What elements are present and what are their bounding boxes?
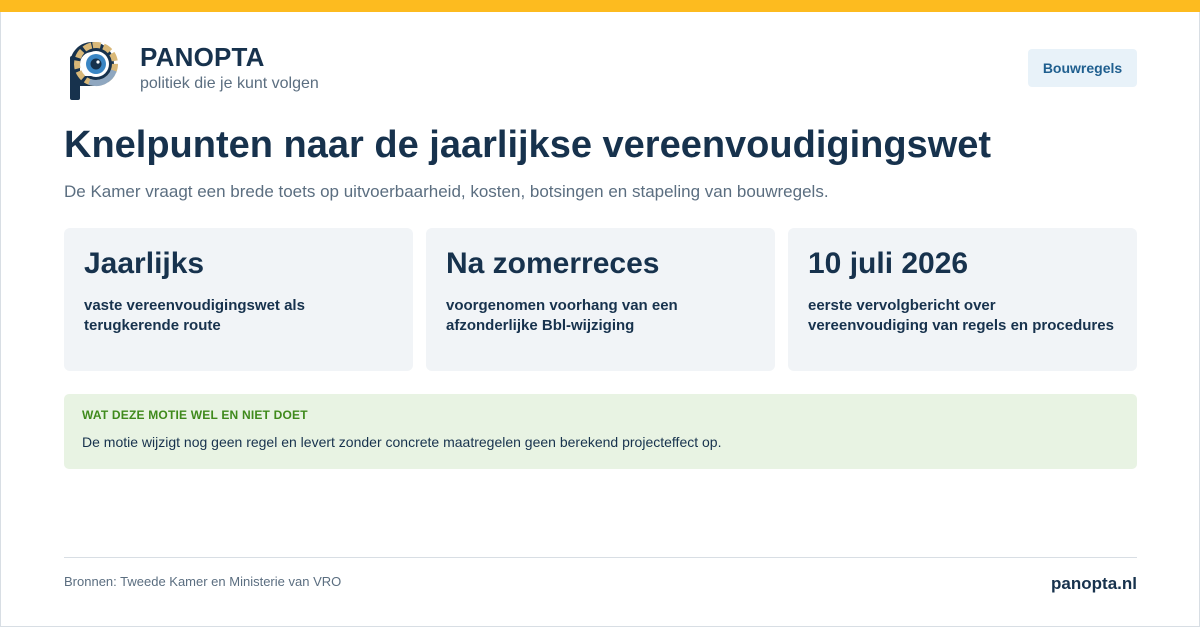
- fact-card-description: eerste vervolgbericht over vereenvoudigi…: [808, 297, 1114, 334]
- fact-card-value: Na zomerreces: [446, 247, 660, 280]
- brand-name: PANOPTA: [140, 42, 265, 72]
- motion-notice: WAT DEZE MOTIE WEL EN NIET DOET De motie…: [64, 394, 1137, 469]
- fact-card: Jaarlijks vaste vereenvoudigingswet als …: [64, 228, 413, 371]
- fact-cards: Jaarlijks vaste vereenvoudigingswet als …: [64, 228, 1137, 371]
- notice-label: WAT DEZE MOTIE WEL EN NIET DOET: [82, 408, 308, 422]
- fact-card-description: voorgenomen voorhang van een afzonderlij…: [446, 297, 678, 334]
- brand-header[interactable]: PANOPTA politiek die je kunt volgen: [68, 40, 319, 102]
- fact-card: 10 juli 2026 eerste vervolgbericht over …: [788, 228, 1137, 371]
- accent-top-bar: [0, 0, 1200, 12]
- site-link[interactable]: panopta.nl: [1051, 574, 1137, 594]
- fact-card: Na zomerreces voorgenomen voorhang van e…: [426, 228, 775, 371]
- sources-text: Bronnen: Tweede Kamer en Ministerie van …: [64, 574, 342, 589]
- fact-card-description: vaste vereenvoudigingswet als terugkeren…: [84, 297, 305, 334]
- brand-tagline: politiek die je kunt volgen: [140, 75, 319, 92]
- panopta-eye-logo-icon: [70, 42, 118, 100]
- footer-divider: [64, 557, 1137, 558]
- topic-tag-button[interactable]: Bouwregels: [1028, 49, 1137, 87]
- page-title: Knelpunten naar de jaarlijkse vereenvoud…: [64, 124, 992, 166]
- fact-card-value: 10 juli 2026: [808, 247, 969, 280]
- notice-text: De motie wijzigt nog geen regel en lever…: [82, 434, 722, 450]
- fact-card-value: Jaarlijks: [84, 247, 205, 280]
- page-subtitle: De Kamer vraagt een brede toets op uitvo…: [64, 182, 829, 201]
